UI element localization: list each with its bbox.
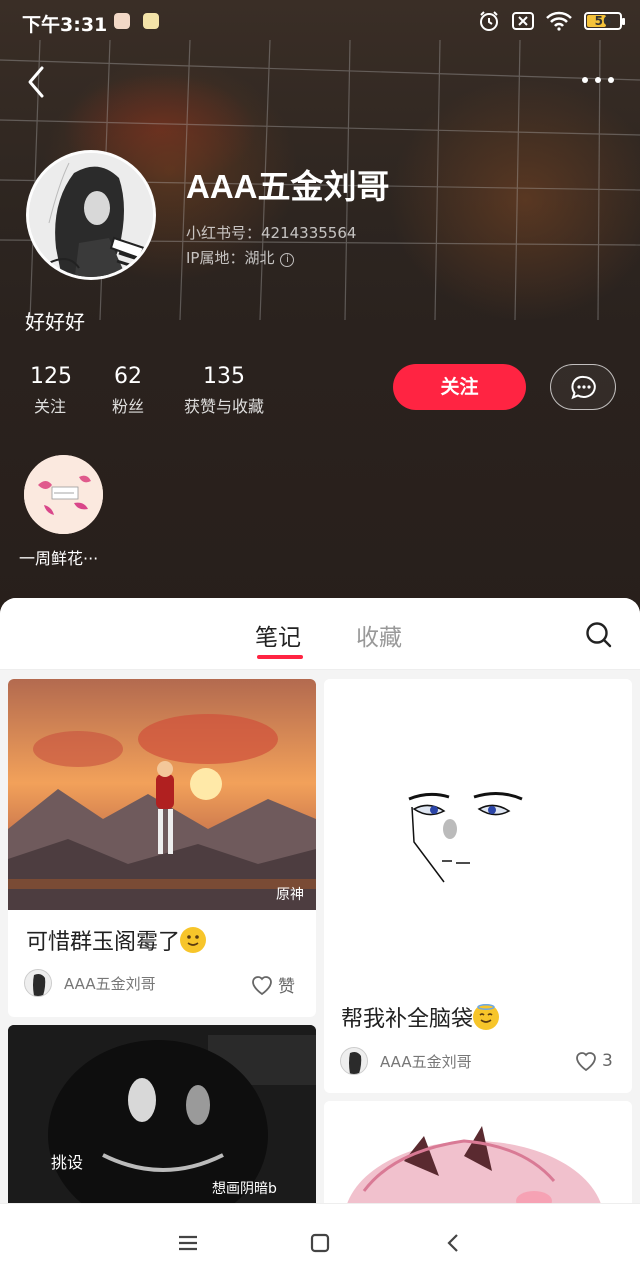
like-count: 赞 (278, 977, 295, 997)
flower-illustration (24, 455, 103, 534)
collection-label[interactable]: 一周鲜花··· (19, 545, 98, 569)
heart-icon (252, 975, 272, 995)
author-avatar (340, 1047, 368, 1075)
follow-button[interactable]: 关注 (393, 364, 526, 410)
stat-likes-collects[interactable]: 135 获赞与收藏 (178, 364, 270, 417)
notification-app-icon (114, 13, 130, 29)
heart-icon (576, 1052, 596, 1072)
note-author[interactable]: AAA五金刘哥 (24, 969, 156, 997)
nav-back-icon[interactable] (441, 1230, 467, 1256)
info-icon[interactable]: i (280, 253, 295, 267)
more-icon[interactable] (580, 70, 616, 90)
status-bar: 下午3:31 56 (0, 0, 640, 44)
profile-avatar[interactable] (26, 150, 156, 280)
stat-label: 关注 (33, 397, 66, 416)
profile-ip-location: IP属地：湖北 i (186, 247, 295, 268)
stat-value: 125 (30, 364, 72, 389)
system-navigation-bar (0, 1203, 640, 1280)
note-cover-image: 原神 (8, 679, 316, 910)
wifi-icon (546, 11, 572, 31)
stat-followers[interactable]: 62 粉丝 (108, 364, 148, 417)
back-icon[interactable] (24, 62, 54, 102)
cover-overlay-text: 想画阴暗b (212, 1181, 277, 1197)
halo-smile-emoji-icon (473, 1004, 500, 1030)
search-icon[interactable] (584, 620, 614, 650)
notification-app-icon (143, 13, 159, 29)
note-card[interactable]: 帮我补全脑袋 AAA五金刘哥 3 (324, 679, 632, 1093)
like-button[interactable]: 3 (574, 1050, 613, 1072)
battery-icon: 56 (584, 12, 625, 30)
author-avatar (24, 969, 52, 997)
stat-value: 62 (114, 364, 142, 389)
menu-icon[interactable] (175, 1230, 201, 1256)
stat-label: 粉丝 (111, 397, 144, 416)
cover-watermark: 原神 (276, 887, 304, 903)
slight-smile-emoji-icon (180, 927, 207, 953)
collection-avatar[interactable] (24, 455, 103, 534)
battery-level: 56 (594, 14, 612, 28)
profile-bio: 好好好 (25, 310, 85, 334)
note-title: 帮我补全脑袋 (341, 1001, 500, 1033)
note-card[interactable]: 挑设 想画阴暗b (8, 1025, 316, 1225)
note-title-text: 帮我补全脑袋 (341, 1007, 474, 1032)
tab-notes[interactable]: 笔记 (255, 618, 301, 652)
message-button[interactable] (550, 364, 616, 410)
sim-off-icon (512, 12, 534, 30)
stat-label: 获赞与收藏 (183, 397, 264, 416)
avatar-illustration (29, 153, 153, 277)
profile-user-id: 小红书号：4214335564 (186, 224, 357, 242)
note-cover-image (324, 679, 632, 979)
home-square-icon[interactable] (307, 1230, 333, 1256)
alarm-icon (480, 11, 498, 31)
tab-active-indicator (257, 655, 303, 659)
profile-nickname: AAA五金刘哥 (186, 168, 390, 205)
profile-header: 下午3:31 56 AAA五金刘哥 小红书号：4214335564 IP属地：湖… (0, 0, 640, 620)
tab-favorites[interactable]: 收藏 (356, 618, 402, 652)
cover-overlay-text: 挑设 (51, 1153, 84, 1172)
status-time: 下午3:31 (22, 14, 108, 36)
note-card[interactable]: 原神 可惜群玉阁霉了 AAA五金刘哥 赞 (8, 679, 316, 1017)
author-name: AAA五金刘哥 (64, 974, 156, 993)
author-name: AAA五金刘哥 (380, 1052, 472, 1071)
chat-icon (571, 375, 596, 400)
tab-bar: 笔记 收藏 (0, 598, 640, 670)
note-title-text: 可惜群玉阁霉了 (26, 930, 181, 955)
like-count: 3 (602, 1051, 613, 1071)
ip-text: IP属地：湖北 (186, 249, 275, 267)
like-button[interactable]: 赞 (250, 972, 295, 997)
note-author[interactable]: AAA五金刘哥 (340, 1047, 472, 1075)
stat-following[interactable]: 125 关注 (30, 364, 72, 417)
stat-value: 135 (203, 364, 245, 389)
note-title: 可惜群玉阁霉了 (26, 924, 207, 956)
notes-sheet: 笔记 收藏 原神 可惜群玉阁霉了 AAA五金刘哥 赞 帮我补全脑袋 AAA五金刘… (0, 598, 640, 1280)
